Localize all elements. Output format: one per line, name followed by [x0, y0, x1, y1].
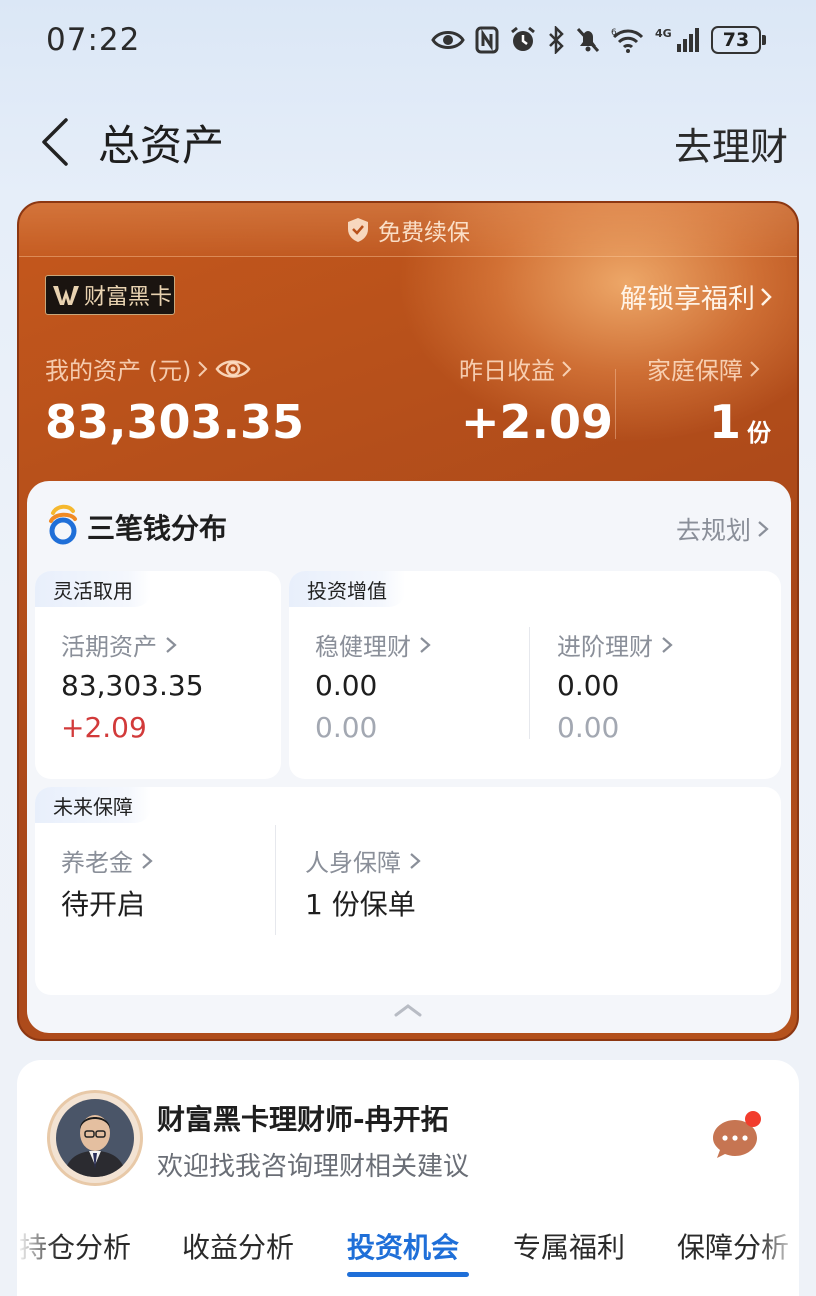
investment-growth-tag: 投资增值: [289, 571, 405, 607]
unlock-benefits-label: 解锁享福利: [620, 284, 755, 315]
three-money-logo-icon: [49, 504, 77, 545]
back-button[interactable]: [30, 110, 80, 174]
alarm-icon: [511, 26, 535, 51]
advisor-name: 财富黑卡理财师-冉开拓: [157, 1103, 449, 1136]
yesterday-earnings-label[interactable]: 昨日收益: [459, 351, 573, 386]
advanced-finance-label: 进阶理财: [557, 627, 673, 662]
family-protection-value: 1: [709, 395, 742, 449]
advanced-finance-value: 0.00: [557, 669, 620, 702]
chevron-right-icon: [562, 360, 572, 377]
tab-earnings-analysis[interactable]: 收益分析: [182, 1226, 294, 1266]
black-card-badge: 财富黑卡: [45, 275, 175, 315]
unlock-benefits-link[interactable]: 解锁享福利: [620, 277, 773, 316]
distribution-panel: 三笔钱分布 去规划 灵活取用 活期资产 83,303.35 +2.09 投资增值…: [27, 481, 791, 1033]
collapse-chevron-icon[interactable]: [393, 1001, 423, 1019]
invest-divider: [529, 627, 530, 739]
steady-finance-change: 0.00: [315, 711, 378, 744]
flexible-funds-card[interactable]: 灵活取用 活期资产 83,303.35 +2.09: [35, 571, 281, 779]
personal-insurance-value: 1 份保单: [305, 888, 416, 921]
status-icons: 6 4G 73: [431, 22, 766, 58]
chevron-right-icon: [758, 521, 769, 537]
current-assets-value: 83,303.35: [61, 669, 204, 702]
current-assets-label: 活期资产: [61, 627, 177, 662]
battery-icon: 73: [711, 26, 766, 54]
family-protection-label[interactable]: 家庭保障: [647, 351, 761, 386]
pension-label: 养老金: [61, 843, 153, 878]
chevron-right-icon: [662, 636, 673, 653]
bluetooth-icon: [549, 26, 564, 54]
yesterday-earnings-value: +2.09: [461, 395, 614, 449]
signal-icon: 4G: [655, 27, 699, 52]
my-assets-value: 83,303.35: [45, 395, 304, 449]
advisor-avatar[interactable]: [47, 1090, 143, 1186]
future-protection-card[interactable]: 未来保障 养老金 待开启 人身保障 1 份保单: [35, 787, 781, 995]
steady-finance-value: 0.00: [315, 669, 378, 702]
chevron-right-icon: [166, 636, 177, 653]
distribution-title: 三笔钱分布: [87, 512, 228, 545]
go-invest-button[interactable]: 去理财: [674, 116, 788, 171]
chevron-right-icon: [750, 360, 760, 377]
steady-finance-label: 稳健理财: [315, 627, 431, 662]
battery-level: 73: [711, 26, 761, 54]
svg-text:4G: 4G: [655, 27, 672, 40]
mute-icon: [576, 27, 600, 53]
pension-value: 待开启: [61, 888, 146, 921]
chevron-right-icon: [420, 636, 431, 653]
eye-toggle-icon[interactable]: [215, 356, 251, 382]
chevron-right-icon: [410, 852, 421, 869]
status-time: 07:22: [46, 22, 141, 58]
future-divider: [275, 825, 276, 935]
black-card-label: 财富黑卡: [84, 285, 173, 310]
personal-insurance-label: 人身保障: [305, 843, 421, 878]
tab-exclusive-benefits[interactable]: 专属福利: [513, 1226, 625, 1266]
advisor-card: 财富黑卡理财师-冉开拓 欢迎找我咨询理财相关建议 持仓分析 收益分析 投资机会 …: [17, 1060, 799, 1296]
go-plan-link[interactable]: 去规划: [676, 511, 769, 547]
asset-card: 免费续保 财富黑卡 解锁享福利 我的资产 (元) 83,303.35 昨日收益 …: [17, 201, 799, 1041]
free-renewal-banner[interactable]: 免费续保: [19, 203, 797, 257]
chevron-right-icon: [142, 852, 153, 869]
chat-bubble-icon[interactable]: [711, 1110, 761, 1164]
wealth-logo-icon: [53, 286, 79, 305]
nfc-icon: [475, 26, 499, 54]
active-tab-underline: [347, 1272, 469, 1277]
shield-icon: [348, 217, 368, 242]
metric-divider: [615, 369, 616, 439]
my-assets-label[interactable]: 我的资产 (元): [45, 351, 251, 386]
advanced-finance-change: 0.00: [557, 711, 620, 744]
chevron-left-icon: [42, 118, 68, 166]
advisor-description: 欢迎找我咨询理财相关建议: [157, 1152, 470, 1182]
free-renewal-label: 免费续保: [378, 219, 470, 246]
wifi-icon: 6: [611, 28, 644, 53]
advisor-photo: [56, 1099, 134, 1177]
current-assets-change: +2.09: [61, 711, 147, 744]
future-protection-tag: 未来保障: [35, 787, 151, 823]
page-title: 总资产: [98, 121, 225, 170]
svg-text:6: 6: [611, 28, 617, 38]
tab-investment-opportunities[interactable]: 投资机会: [347, 1226, 459, 1266]
family-protection-unit: 份: [747, 419, 771, 447]
analysis-tabs: 持仓分析 收益分析 投资机会 专属福利 保障分析: [17, 1226, 799, 1286]
chevron-right-icon: [761, 287, 772, 306]
chevron-right-icon: [198, 360, 208, 377]
eye-icon: [431, 31, 465, 49]
investment-growth-card[interactable]: 投资增值 稳健理财 0.00 0.00 进阶理财 0.00 0.00: [289, 571, 781, 779]
flexible-funds-tag: 灵活取用: [35, 571, 151, 607]
